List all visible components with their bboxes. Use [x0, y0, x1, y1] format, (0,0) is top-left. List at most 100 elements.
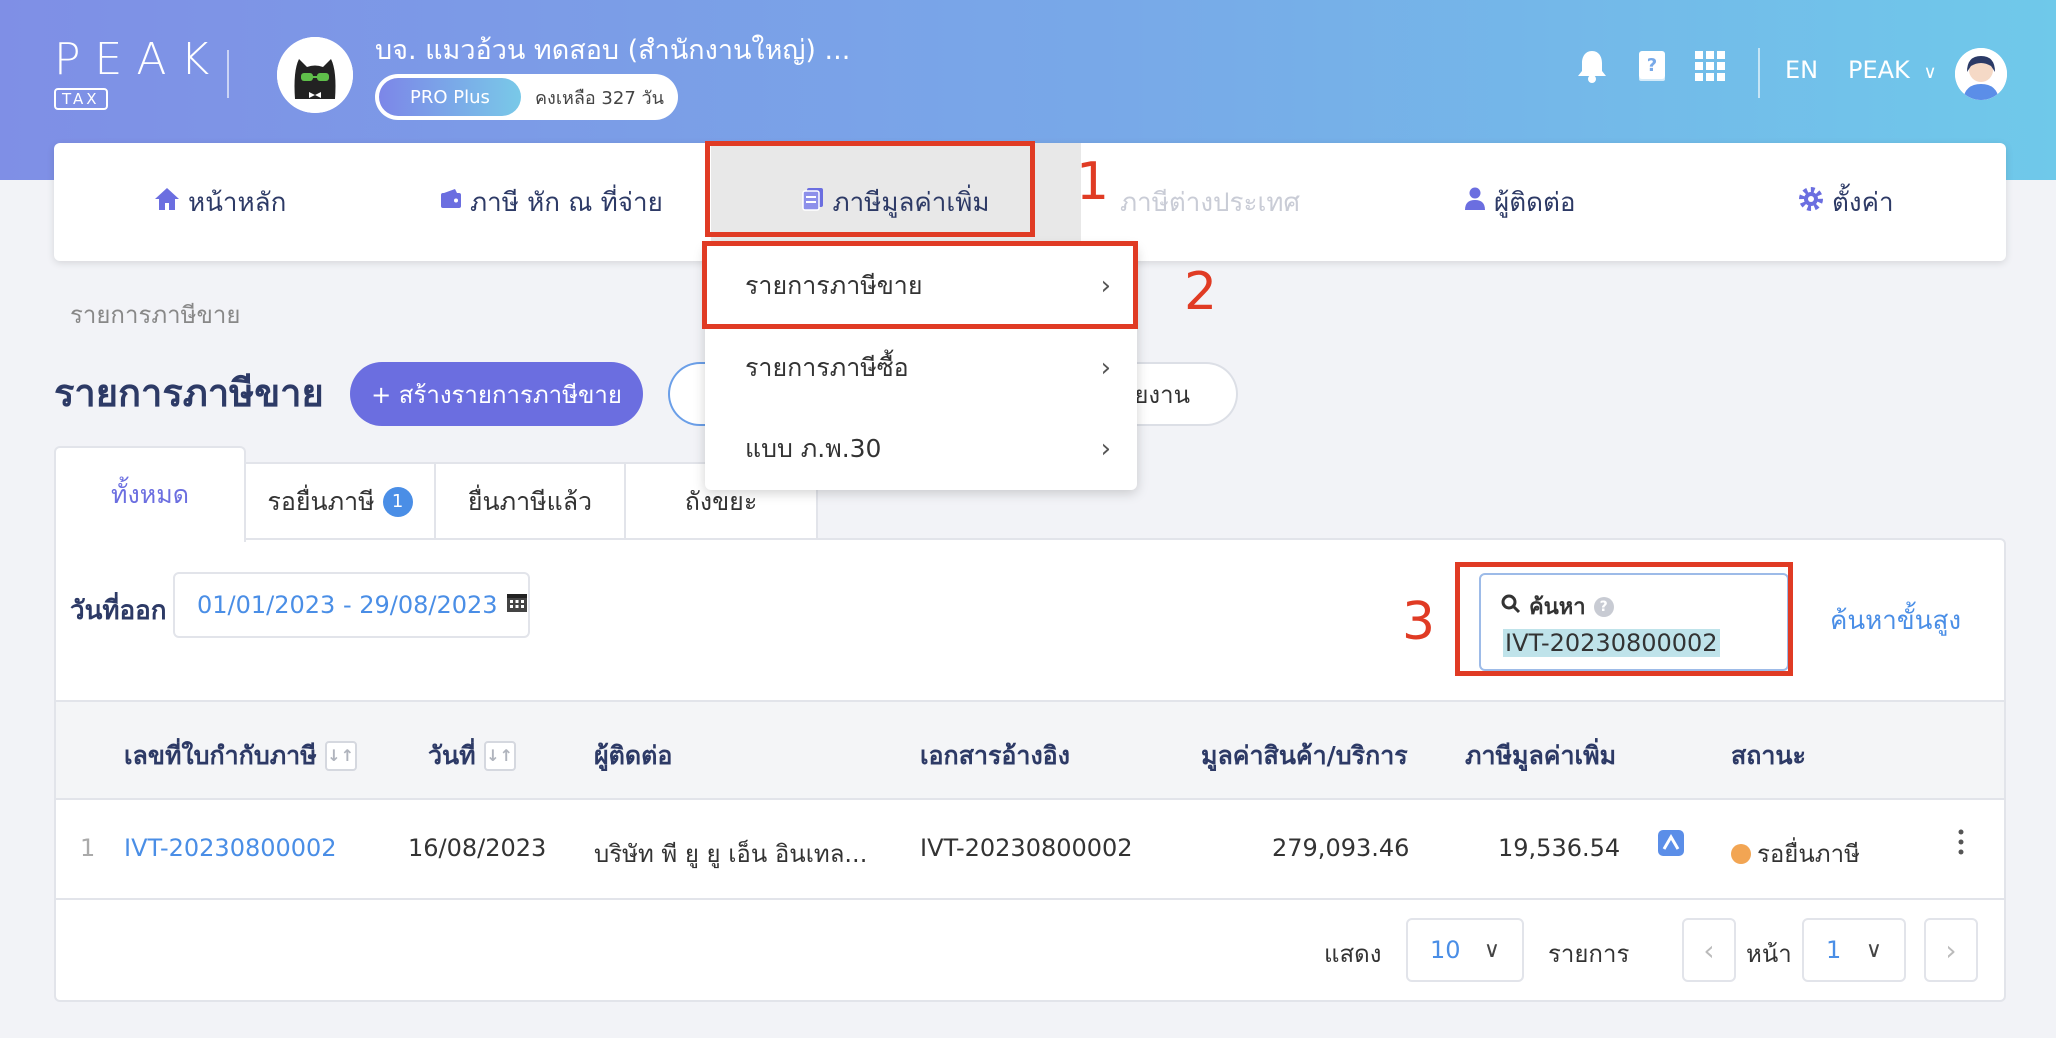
language-switch[interactable]: EN	[1785, 56, 1818, 84]
nav-foreign-tax-label: ภาษีต่างประเทศ	[1120, 187, 1301, 218]
row-contact: บริษัท พี ยู ยู เอ็น อินเทล...	[594, 840, 868, 868]
row-reference: IVT-20230800002	[920, 834, 1133, 862]
next-page-button[interactable]: ›	[1924, 918, 1978, 982]
chevron-down-icon: ∨	[1865, 937, 1882, 963]
column-label: ผู้ติดต่อ	[594, 741, 673, 770]
column-status: สถานะ	[1731, 736, 1806, 776]
tab-label: ยื่นภาษีแล้ว	[467, 487, 593, 516]
person-icon	[1464, 187, 1486, 218]
date-filter-label: วันที่ออก	[70, 596, 167, 626]
svg-text:?: ?	[1647, 55, 1657, 76]
status-dot-icon	[1731, 844, 1751, 864]
column-label: เลขที่ใบกำกับภาษี	[124, 741, 317, 770]
column-reference: เอกสารอ้างอิง	[920, 736, 1070, 776]
nav-settings[interactable]: ตั้งค่า	[1798, 143, 1894, 261]
logo-word: PEAK	[54, 34, 224, 85]
advanced-search-link[interactable]: ค้นหาขั้นสูง	[1830, 600, 1961, 641]
date-range-value: 01/01/2023 - 29/08/2023	[197, 591, 498, 619]
pagination-items-label: รายการ	[1548, 940, 1630, 968]
company-name[interactable]: บจ. แมวอ้วน ทดสอบ (สำนักงานใหญ่) ...	[375, 28, 850, 71]
column-vat: ภาษีมูลค่าเพิ่ม	[1465, 736, 1616, 776]
chevron-down-icon: ∨	[1483, 937, 1500, 963]
column-label: วันที่	[428, 741, 476, 770]
column-label: เอกสารอ้างอิง	[920, 741, 1070, 770]
dropdown-item-purchase-tax[interactable]: รายการภาษีซื้อ ›	[705, 327, 1137, 409]
invoice-no-link[interactable]: IVT-20230800002	[124, 834, 337, 862]
peak-logo[interactable]: PEAK TAX	[54, 38, 223, 110]
company-avatar[interactable]	[277, 37, 353, 113]
tab-filed[interactable]: ยื่นภาษีแล้ว	[434, 462, 626, 540]
annotation-number-1: 1	[1076, 152, 1110, 212]
annotation-number-3: 3	[1402, 592, 1436, 652]
header-divider	[1758, 48, 1760, 98]
pagination-page-label: หน้า	[1746, 940, 1792, 968]
chevron-right-icon: ›	[1100, 353, 1111, 383]
cat-avatar-icon	[277, 37, 353, 113]
user-name: PEAK	[1848, 56, 1910, 84]
column-contact: ผู้ติดต่อ	[594, 736, 672, 776]
annotation-box-1	[705, 141, 1035, 237]
logo-tax-badge: TAX	[54, 88, 108, 110]
tab-all[interactable]: ทั้งหมด	[54, 446, 246, 542]
annotation-box-3	[1455, 562, 1793, 676]
nav-home[interactable]: หน้าหลัก	[154, 143, 286, 261]
pagination-show-label: แสดง	[1324, 940, 1382, 968]
sort-icon[interactable]: ↓↑	[324, 741, 357, 771]
dropdown-item-label: แบบ ภ.พ.30	[745, 434, 882, 463]
nav-contacts[interactable]: ผู้ติดต่อ	[1464, 143, 1576, 261]
more-options-icon[interactable]	[1956, 828, 1966, 856]
tab-label: รอยื่นภาษี	[267, 487, 375, 516]
date-range-field[interactable]: 01/01/2023 - 29/08/2023	[173, 572, 530, 638]
wallet-icon	[440, 187, 462, 217]
header-divider	[227, 50, 229, 98]
chevron-right-icon: ›	[1100, 434, 1111, 464]
column-invoice-no[interactable]: เลขที่ใบกำกับภาษี ↓↑	[124, 736, 357, 776]
row-index: 1	[80, 834, 96, 862]
column-label: ภาษีมูลค่าเพิ่ม	[1465, 741, 1617, 770]
plan-remaining-text: คงเหลือ 327 วัน	[535, 87, 664, 109]
page-select[interactable]: 1 ∨	[1802, 918, 1906, 982]
breadcrumb[interactable]: รายการภาษีขาย	[70, 295, 240, 334]
user-avatar[interactable]	[1955, 48, 2007, 100]
nav-withholding-tax-label: ภาษี หัก ณ ที่จ่าย	[470, 187, 663, 218]
page-title: รายการภาษีขาย	[54, 371, 324, 415]
column-amount: มูลค่าสินค้า/บริการ	[1201, 736, 1408, 776]
row-vat: 19,536.54	[1498, 834, 1621, 862]
chevron-down-icon: ∨	[1923, 62, 1937, 83]
annotation-number-2: 2	[1184, 262, 1218, 322]
gear-icon	[1798, 186, 1824, 219]
status-text: รอยื่นภาษี	[1757, 840, 1860, 868]
tab-pending[interactable]: รอยื่นภาษี 1	[244, 462, 436, 540]
column-label: มูลค่าสินค้า/บริการ	[1201, 741, 1408, 770]
create-sales-tax-button[interactable]: + สร้างรายการภาษีขาย	[350, 362, 643, 426]
nav-withholding-tax[interactable]: ภาษี หัก ณ ที่จ่าย	[440, 143, 663, 261]
tab-label: ทั้งหมด	[111, 480, 189, 509]
dropdown-item-pp30[interactable]: แบบ ภ.พ.30 ›	[705, 408, 1137, 490]
help-book-icon[interactable]: ?	[1634, 48, 1670, 84]
apps-grid-icon[interactable]	[1692, 48, 1728, 84]
bell-icon[interactable]	[1574, 48, 1610, 84]
column-label: สถานะ	[1731, 741, 1806, 770]
dropdown-item-label: รายการภาษีซื้อ	[745, 353, 909, 382]
row-amount: 279,093.46	[1272, 834, 1410, 862]
home-icon	[154, 187, 180, 218]
annotation-box-2	[702, 241, 1138, 329]
user-menu[interactable]: PEAK ∨	[1848, 56, 1937, 84]
column-date[interactable]: วันที่ ↓↑	[428, 736, 516, 776]
page-size-select[interactable]: 10 ∨	[1406, 918, 1524, 982]
row-date: 16/08/2023	[408, 834, 547, 862]
table-row[interactable]: 1 IVT-20230800002 16/08/2023 บริษัท พี ย…	[56, 800, 2004, 900]
calendar-icon	[506, 591, 528, 619]
prev-page-button[interactable]: ‹	[1682, 918, 1736, 982]
peak-app-icon[interactable]	[1658, 830, 1684, 856]
plan-pill[interactable]: PRO Plus คงเหลือ 327 วัน	[375, 74, 678, 120]
plan-name-badge: PRO Plus	[379, 78, 521, 116]
page-value: 1	[1826, 936, 1842, 964]
report-button-label: ยงาน	[1134, 380, 1190, 409]
count-badge: 1	[382, 487, 413, 517]
nav-settings-label: ตั้งค่า	[1832, 187, 1894, 218]
nav-foreign-tax[interactable]: ภาษีต่างประเทศ	[1120, 143, 1300, 261]
page-size-value: 10	[1430, 936, 1461, 964]
table-header: เลขที่ใบกำกับภาษี ↓↑ วันที่ ↓↑ ผู้ติดต่อ…	[56, 700, 2004, 800]
sort-icon[interactable]: ↓↑	[483, 741, 516, 771]
